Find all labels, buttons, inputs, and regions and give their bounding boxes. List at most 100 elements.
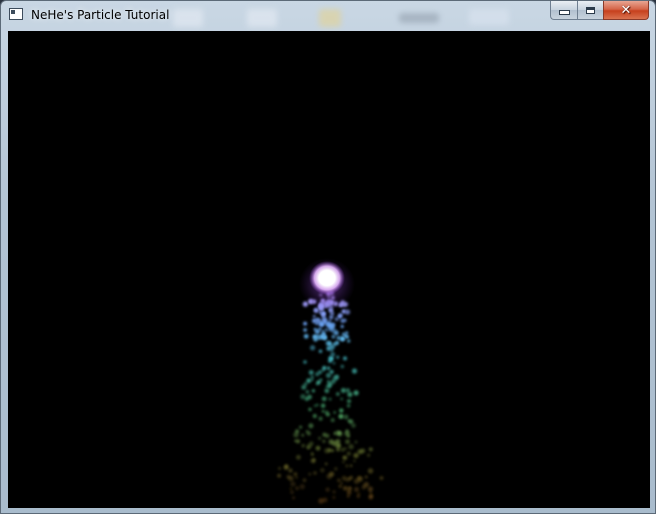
particle <box>313 327 317 331</box>
particle <box>321 312 325 316</box>
particle <box>288 468 293 473</box>
particle <box>315 445 321 451</box>
particle <box>307 394 313 400</box>
particle <box>351 368 358 374</box>
particle <box>345 464 349 468</box>
particle <box>333 342 337 346</box>
maximize-icon <box>586 6 595 14</box>
particle <box>301 433 305 437</box>
particle <box>283 465 289 471</box>
particle <box>306 378 312 384</box>
particle <box>339 336 345 342</box>
particle <box>340 409 343 413</box>
particle <box>345 331 349 335</box>
particle <box>310 375 314 379</box>
particle-group <box>277 290 384 504</box>
particle <box>310 451 314 455</box>
particle <box>295 486 300 491</box>
particle <box>343 318 347 322</box>
particle <box>340 481 343 485</box>
particle <box>301 443 306 448</box>
particle <box>300 393 306 400</box>
particle <box>336 355 340 359</box>
particle <box>327 381 333 387</box>
particle <box>290 481 296 487</box>
particle <box>302 478 307 483</box>
particle <box>318 416 323 421</box>
particle <box>320 403 326 409</box>
app-window: NeHe's Particle Tutorial ✕ <box>0 0 656 514</box>
particle <box>353 452 359 459</box>
particle <box>340 397 344 401</box>
particle <box>310 458 316 464</box>
particle <box>328 397 332 401</box>
particle <box>299 483 305 490</box>
title-bar[interactable]: NeHe's Particle Tutorial ✕ <box>1 1 655 30</box>
particle <box>346 494 350 498</box>
particle <box>293 472 298 476</box>
particle <box>331 449 335 453</box>
close-button[interactable]: ✕ <box>603 1 649 20</box>
particle <box>342 485 348 491</box>
particle <box>299 425 303 429</box>
particle <box>361 484 367 490</box>
particle <box>330 311 335 316</box>
particle <box>292 496 295 500</box>
particle <box>347 339 351 343</box>
particle <box>379 476 384 480</box>
particle <box>308 472 312 476</box>
particle <box>329 369 334 375</box>
particle <box>348 419 354 425</box>
particle <box>320 322 324 326</box>
particle <box>340 364 344 369</box>
particle <box>367 468 374 474</box>
particle <box>342 455 348 461</box>
particle <box>353 390 359 396</box>
particle <box>330 349 334 352</box>
particle <box>312 413 317 419</box>
particle <box>313 404 317 408</box>
particle <box>334 467 338 471</box>
particle <box>369 490 373 494</box>
particle <box>322 497 328 503</box>
particle <box>310 378 314 381</box>
minimize-icon <box>558 10 570 15</box>
particle <box>338 313 343 318</box>
particle <box>329 471 335 477</box>
particle <box>346 399 352 404</box>
particle <box>368 447 373 452</box>
particle <box>315 317 321 323</box>
particle <box>303 360 307 364</box>
particle <box>333 411 336 414</box>
opengl-viewport[interactable] <box>8 31 650 508</box>
particle <box>321 409 325 413</box>
particle <box>357 492 361 496</box>
particle <box>330 418 335 423</box>
particle <box>303 328 307 332</box>
particle <box>311 389 315 393</box>
particle <box>318 436 322 440</box>
particle <box>348 443 354 450</box>
particle <box>294 439 297 443</box>
particle <box>325 487 330 492</box>
particle <box>364 475 368 479</box>
particle <box>346 451 351 456</box>
particle <box>331 334 336 339</box>
particle <box>334 317 339 322</box>
particle <box>340 447 345 452</box>
particle <box>343 356 347 361</box>
maximize-button[interactable] <box>577 1 603 20</box>
particle <box>338 414 344 419</box>
particle <box>312 334 318 340</box>
minimize-button[interactable] <box>550 1 577 20</box>
particle <box>354 440 358 444</box>
particle <box>293 432 299 438</box>
particle <box>325 412 330 417</box>
particle <box>337 478 341 483</box>
particle <box>346 404 351 408</box>
app-window-icon[interactable] <box>9 8 23 20</box>
particle <box>324 388 330 394</box>
particle <box>348 486 352 490</box>
particle <box>303 333 309 339</box>
particle <box>295 454 301 460</box>
